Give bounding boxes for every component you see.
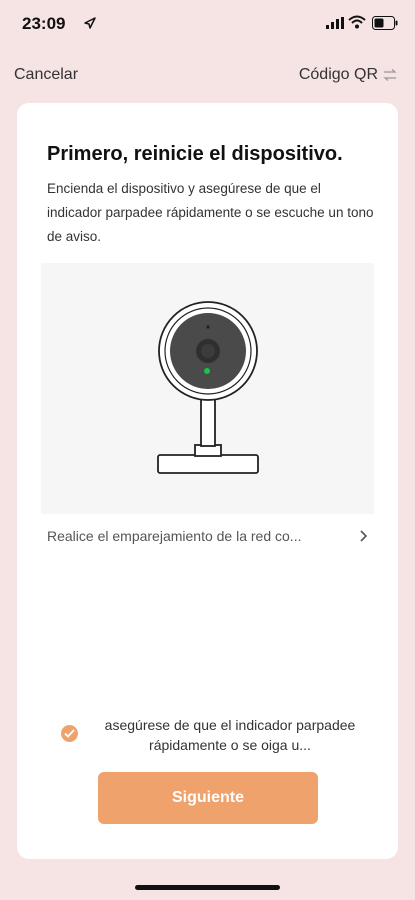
camera-illustration-panel [41, 263, 374, 514]
confirm-indicator-label: asegúrese de que el indicador parpadee r… [104, 717, 356, 753]
confirm-indicator-checkbox[interactable]: asegúrese de que el indicador parpadee r… [57, 715, 377, 759]
checkbox[interactable] [61, 725, 78, 742]
setup-card: Primero, reinicie el dispositivo. Encien… [17, 103, 398, 859]
chevron-right-icon [360, 530, 368, 542]
network-pairing-label: Realice el emparejamiento de la red co..… [47, 528, 302, 544]
cancel-button[interactable]: Cancelar [14, 66, 78, 84]
top-nav: Cancelar Código QR [0, 58, 415, 92]
qr-code-button[interactable]: Código QR [299, 66, 397, 84]
page-title: Primero, reinicie el dispositivo. [47, 143, 343, 165]
status-time: 23:09 [22, 14, 66, 33]
home-indicator[interactable] [135, 885, 280, 890]
instruction-text: Encienda el dispositivo y asegúrese de q… [47, 181, 374, 244]
next-button[interactable]: Siguiente [98, 772, 318, 824]
wifi-icon [348, 15, 366, 29]
network-pairing-link[interactable]: Realice el emparejamiento de la red co..… [41, 521, 374, 551]
check-icon [64, 729, 75, 738]
qr-code-label: Código QR [298, 66, 378, 83]
location-arrow-icon [84, 17, 96, 29]
swap-icon [383, 69, 397, 81]
signal-icon [326, 17, 344, 29]
status-bar: 23:09 [0, 0, 415, 50]
camera-illustration [157, 301, 259, 474]
battery-icon [372, 16, 398, 30]
